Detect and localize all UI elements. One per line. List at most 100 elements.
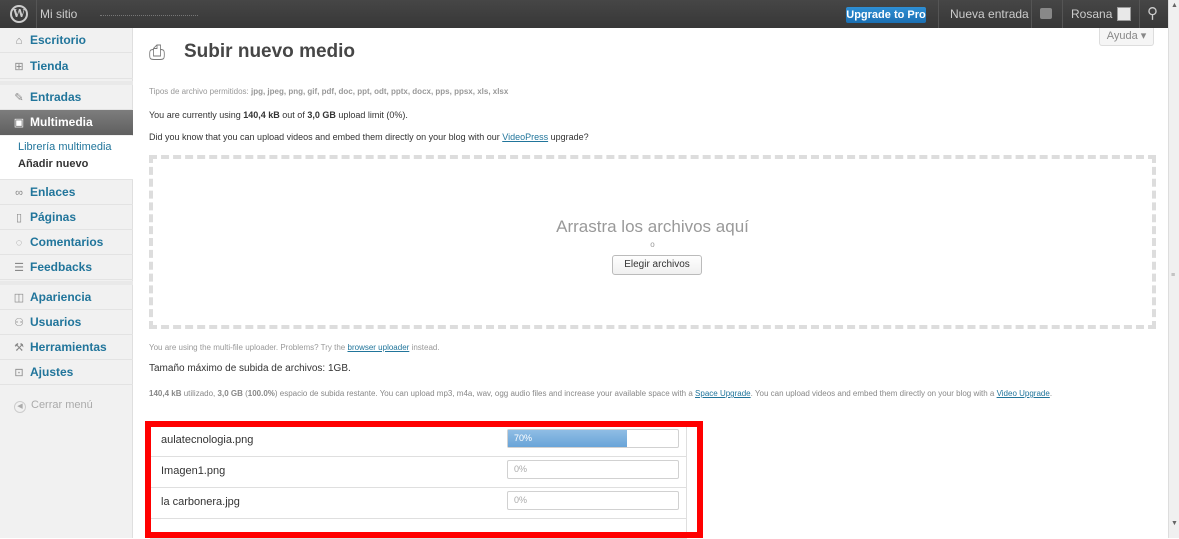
collapse-arrow-icon: ◀ <box>14 401 26 413</box>
feedback-icon: ☰ <box>14 262 24 274</box>
sidebar-item-apariencia[interactable]: ◫ Apariencia <box>0 285 133 310</box>
help-tab-button[interactable]: Ayuda ▾ <box>1099 28 1154 46</box>
sidebar-item-label: Comentarios <box>30 235 104 249</box>
max-upload-size: Tamaño máximo de subida de archivos: 1GB… <box>149 363 351 374</box>
highlight-box <box>145 421 703 538</box>
sidebar-item-comentarios[interactable]: ◌ Comentarios <box>0 230 133 255</box>
media-icon: ▣ <box>13 117 25 129</box>
wordpress-logo-icon[interactable]: W <box>10 5 28 23</box>
space-text-part: espacio de subida restante. You can uplo… <box>279 389 693 398</box>
admin-sidebar: ⌂ Escritorio ⊞ Tienda ✎ Entradas ▣ Multimedi… <box>0 28 133 538</box>
comment-icon: ◌ <box>15 237 23 249</box>
page-icon: ▯ <box>15 212 23 224</box>
sidebar-item-label: Herramientas <box>30 340 107 354</box>
space-info: 140,4 kB utilizado, 3,0 GB (100.0%) espa… <box>149 389 1053 398</box>
video-upgrade-link[interactable]: Video Upgrade <box>997 389 1050 398</box>
videopress-notice: Did you know that you can upload videos … <box>149 132 589 142</box>
sidebar-item-feedbacks[interactable]: ☰ Feedbacks <box>0 255 133 280</box>
collapse-menu-button[interactable]: ◀ Cerrar menú <box>14 399 93 413</box>
cart-icon: ⊞ <box>14 61 24 73</box>
sidebar-item-label: Apariencia <box>30 290 92 304</box>
multimedia-submenu: Librería multimedia Añadir nuevo <box>0 136 133 180</box>
sidebar-item-paginas[interactable]: ▯ Páginas <box>0 205 133 230</box>
sidebar-item-enlaces[interactable]: ∞ Enlaces <box>0 180 133 205</box>
sidebar-item-label: Páginas <box>30 210 77 224</box>
space-text-part: utilizado, <box>183 389 216 398</box>
sidebar-item-usuarios[interactable]: ⚇ Usuarios <box>0 310 133 335</box>
file-drop-zone[interactable]: Arrastra los archivos aquí o Elegir arch… <box>149 155 1156 329</box>
site-name-link[interactable]: Mi sitio <box>40 7 77 21</box>
separator <box>1139 0 1140 28</box>
space-text-part: . You can upload videos and embed them d… <box>750 389 995 398</box>
usage-amount: 140,4 kB <box>243 110 280 120</box>
user-menu[interactable]: Rosana <box>1071 7 1112 21</box>
usage-text-part: upload limit (0%). <box>338 110 408 120</box>
home-icon: ⌂ <box>15 35 23 47</box>
sidebar-item-label: Entradas <box>30 90 82 104</box>
multi-uploader-note: You are using the multi-file uploader. P… <box>149 343 440 352</box>
drop-zone-title: Arrastra los archivos aquí <box>556 217 749 236</box>
browser-uploader-link[interactable]: browser uploader <box>348 343 410 352</box>
note-text-part: You are using the multi-file uploader. P… <box>149 343 346 352</box>
sidebar-item-tienda[interactable]: ⊞ Tienda <box>0 54 133 79</box>
space-upgrade-link[interactable]: Space Upgrade <box>695 389 751 398</box>
upgrade-to-pro-button[interactable]: Upgrade to Pro <box>846 7 926 23</box>
usage-text-part: out of <box>282 110 305 120</box>
chevron-down-icon: ▾ <box>1140 30 1147 42</box>
allowed-types-list: jpg, jpeg, png, gif, pdf, doc, ppt, odt,… <box>250 87 509 96</box>
upload-media-icon: ⎙ <box>149 42 165 64</box>
help-label: Ayuda <box>1106 30 1138 42</box>
divider <box>100 15 198 16</box>
sidebar-item-label: Enlaces <box>30 185 76 199</box>
separator <box>1031 0 1032 28</box>
users-icon: ⚇ <box>14 317 24 329</box>
space-percent: 100.0% <box>247 389 275 398</box>
videopress-link[interactable]: VideoPress <box>502 132 548 142</box>
allowed-prefix: Tipos de archivo permitidos: <box>149 87 249 96</box>
drop-zone-or: o <box>650 240 655 249</box>
sidebar-item-label: Tienda <box>30 59 69 73</box>
space-used: 140,4 kB <box>149 389 182 398</box>
sidebar-item-ajustes[interactable]: ⊡ Ajustes <box>0 360 133 385</box>
search-icon[interactable]: ⚲ <box>1147 4 1158 22</box>
page-title: Subir nuevo medio <box>184 41 356 62</box>
space-text-part: . <box>1049 389 1053 398</box>
scroll-up-icon[interactable]: ▲ <box>1171 2 1178 9</box>
scroll-down-icon[interactable]: ▼ <box>1171 520 1178 527</box>
submenu-item-libreria[interactable]: Librería multimedia <box>18 141 112 153</box>
link-icon: ∞ <box>15 187 23 199</box>
notifications-icon[interactable] <box>1040 8 1052 19</box>
usage-limit: 3,0 GB <box>307 110 336 120</box>
usage-text-part: You are currently using <box>149 110 241 120</box>
sidebar-item-multimedia[interactable]: ▣ Multimedia <box>0 110 133 135</box>
separator <box>1062 0 1063 28</box>
admin-bar: W Mi sitio Upgrade to Pro Nueva entrada … <box>0 0 1179 28</box>
tools-icon: ⚒ <box>14 342 24 354</box>
settings-icon: ⊡ <box>14 367 24 379</box>
sidebar-item-escritorio[interactable]: ⌂ Escritorio <box>0 28 133 53</box>
sidebar-item-label: Ajustes <box>30 365 74 379</box>
collapse-label: Cerrar menú <box>31 399 93 411</box>
space-total: 3,0 GB <box>217 389 243 398</box>
choose-files-button[interactable]: Elegir archivos <box>612 255 702 275</box>
separator <box>36 0 37 28</box>
submenu-item-anadir-nuevo[interactable]: Añadir nuevo <box>18 158 88 170</box>
appearance-icon: ◫ <box>13 292 25 304</box>
sidebar-item-label: Multimedia <box>30 115 93 129</box>
sidebar-item-label: Escritorio <box>30 33 87 47</box>
avatar[interactable] <box>1117 7 1131 21</box>
sidebar-item-label: Usuarios <box>30 315 82 329</box>
allowed-file-types: Tipos de archivo permitidos: jpg, jpeg, … <box>149 87 508 96</box>
sidebar-item-herramientas[interactable]: ⚒ Herramientas <box>0 335 133 360</box>
scroll-grip-icon[interactable]: ≡ <box>1171 272 1175 279</box>
pin-icon: ✎ <box>14 92 24 104</box>
notice-text-part: Did you know that you can upload videos … <box>149 132 500 142</box>
sidebar-item-label: Feedbacks <box>30 260 93 274</box>
upload-usage-text: You are currently using 140,4 kB out of … <box>149 110 408 120</box>
sidebar-item-entradas[interactable]: ✎ Entradas <box>0 85 133 110</box>
notice-text-part: upgrade? <box>550 132 589 142</box>
separator <box>938 0 939 28</box>
note-text-part: instead. <box>411 343 440 352</box>
new-post-link[interactable]: Nueva entrada <box>950 7 1029 21</box>
vertical-scrollbar[interactable]: ▲ ≡ ▼ <box>1168 0 1179 538</box>
